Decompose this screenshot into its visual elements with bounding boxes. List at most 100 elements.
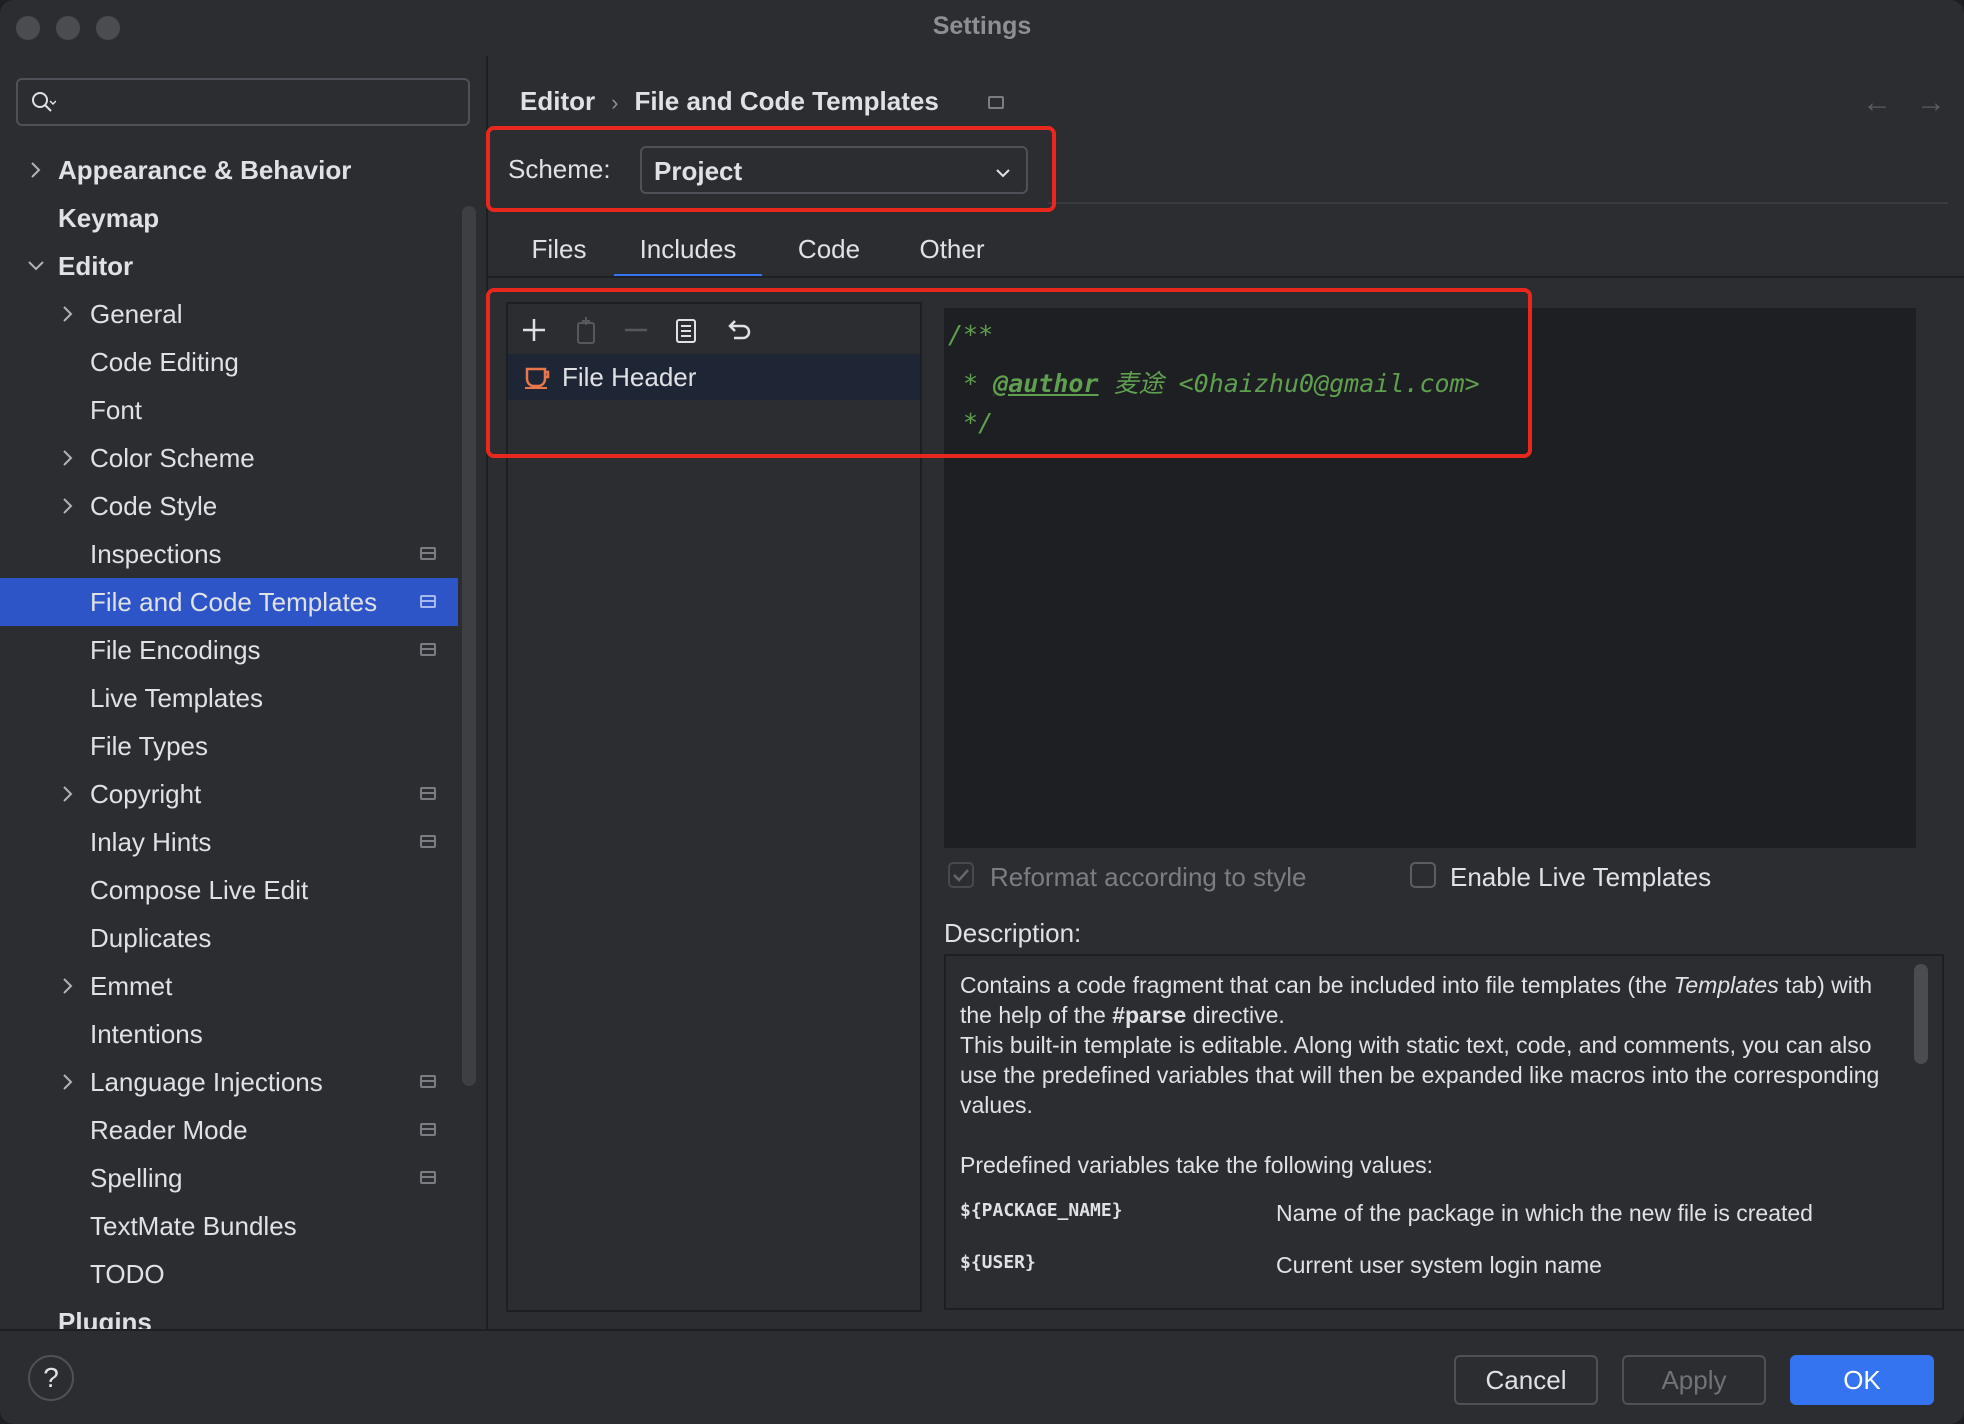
- project-scope-icon: [420, 595, 436, 608]
- sidebar-item-todo[interactable]: TODO: [0, 1250, 458, 1298]
- tab-other[interactable]: Other: [894, 232, 1010, 278]
- search-input[interactable]: [16, 78, 470, 126]
- tab-files[interactable]: Files: [524, 232, 594, 278]
- dialog-footer: ? Cancel Apply OK: [0, 1329, 1964, 1424]
- sidebar-item-file-types[interactable]: File Types: [0, 722, 458, 770]
- reformat-label: Reformat according to style: [990, 862, 1307, 892]
- sidebar-item-live-templates[interactable]: Live Templates: [0, 674, 458, 722]
- description-vars-intro: Predefined variables take the following …: [960, 1152, 1434, 1178]
- search-icon: [32, 92, 56, 112]
- sidebar-item-label: File Encodings: [90, 635, 261, 665]
- sidebar-item-language-injections[interactable]: Language Injections: [0, 1058, 458, 1106]
- sidebar-item-emmet[interactable]: Emmet: [0, 962, 458, 1010]
- highlight-box-template: [486, 288, 1532, 458]
- project-scope-icon: [420, 547, 436, 560]
- sidebar-item-inspections[interactable]: Inspections: [0, 530, 458, 578]
- sidebar-item-copyright[interactable]: Copyright: [0, 770, 458, 818]
- forward-arrow-icon[interactable]: →: [1916, 86, 1946, 120]
- variable-description: Name of the package in which the new fil…: [1276, 1200, 1813, 1226]
- chevron-right-icon[interactable]: [58, 496, 78, 516]
- sidebar-item-reader-mode[interactable]: Reader Mode: [0, 1106, 458, 1154]
- live-templates-label: Enable Live Templates: [1450, 862, 1712, 892]
- sidebar-item-general[interactable]: General: [0, 290, 458, 338]
- chevron-right-icon[interactable]: [58, 448, 78, 468]
- sidebar-item-label: Editor: [58, 251, 134, 281]
- back-arrow-icon[interactable]: ←: [1862, 86, 1892, 120]
- sidebar-item-font[interactable]: Font: [0, 386, 458, 434]
- project-scope-icon: [420, 787, 436, 800]
- sidebar-scrollbar[interactable]: [462, 206, 476, 1086]
- sidebar-item-compose-live-edit[interactable]: Compose Live Edit: [0, 866, 458, 914]
- tab-includes[interactable]: Includes: [614, 232, 762, 278]
- chevron-right-icon[interactable]: [26, 160, 46, 180]
- sidebar-item-label: Language Injections: [90, 1067, 323, 1097]
- sidebar-item-label: Compose Live Edit: [90, 875, 309, 905]
- checkmark-icon: [953, 869, 969, 882]
- sidebar-item-inlay-hints[interactable]: Inlay Hints: [0, 818, 458, 866]
- title-bar: Settings: [0, 0, 1964, 56]
- project-scope-icon: [420, 643, 436, 656]
- sidebar-item-label: Inlay Hints: [90, 827, 212, 857]
- tabs-divider: [488, 276, 1964, 278]
- sidebar-item-color-scheme[interactable]: Color Scheme: [0, 434, 458, 482]
- project-scope-icon: [420, 1123, 436, 1136]
- project-scope-icon: [420, 1171, 436, 1184]
- sidebar-item-label: Spelling: [90, 1163, 183, 1193]
- sidebar-item-appearance-behavior[interactable]: Appearance & Behavior: [0, 146, 458, 194]
- ok-button[interactable]: OK: [1790, 1355, 1934, 1405]
- sidebar-item-label: TextMate Bundles: [90, 1211, 297, 1241]
- sidebar-item-spelling[interactable]: Spelling: [0, 1154, 458, 1202]
- sidebar-item-keymap[interactable]: Keymap: [0, 194, 458, 242]
- sidebar-item-label: General: [90, 299, 183, 329]
- sidebar-item-label: Color Scheme: [90, 443, 255, 473]
- apply-button[interactable]: Apply: [1622, 1355, 1766, 1405]
- sidebar-item-label: File Types: [90, 731, 209, 761]
- sidebar-item-label: Reader Mode: [90, 1115, 248, 1145]
- sidebar-item-label: Code Editing: [90, 347, 239, 377]
- settings-sidebar: Appearance & Behavior Keymap Editor General…: [0, 56, 486, 1337]
- sidebar-item-label: Copyright: [90, 779, 202, 809]
- sidebar-item-label: Inspections: [90, 539, 222, 569]
- divider: [1048, 202, 1948, 204]
- breadcrumb-separator: ›: [611, 90, 619, 115]
- sidebar-item-intentions[interactable]: Intentions: [0, 1010, 458, 1058]
- window-title: Settings: [932, 12, 1032, 40]
- sidebar-item-code-editing[interactable]: Code Editing: [0, 338, 458, 386]
- breadcrumb-parent[interactable]: Editor: [520, 86, 595, 116]
- description-panel: Contains a code fragment that can be inc…: [944, 954, 1944, 1310]
- sidebar-item-file-encodings[interactable]: File Encodings: [0, 626, 458, 674]
- sidebar-item-label: Code Style: [90, 491, 218, 521]
- cancel-button[interactable]: Cancel: [1454, 1355, 1598, 1405]
- main-panel: Editor › File and Code Templates ← → Schem…: [488, 56, 1964, 1329]
- live-templates-checkbox[interactable]: [1410, 862, 1436, 888]
- project-scope-icon: [420, 835, 436, 848]
- variable-name: ${USER}: [960, 1252, 1036, 1273]
- project-scope-icon: [988, 96, 1004, 109]
- template-tabs: Files Includes Code Other: [488, 232, 1964, 278]
- chevron-right-icon[interactable]: [58, 304, 78, 324]
- sidebar-item-label: Appearance & Behavior: [58, 155, 352, 185]
- description-scrollbar[interactable]: [1914, 964, 1928, 1064]
- chevron-down-icon[interactable]: [26, 256, 46, 276]
- chevron-right-icon[interactable]: [58, 784, 78, 804]
- help-button[interactable]: ?: [28, 1355, 74, 1401]
- sidebar-item-label: Live Templates: [90, 683, 263, 713]
- sidebar-item-code-style[interactable]: Code Style: [0, 482, 458, 530]
- sidebar-item-duplicates[interactable]: Duplicates: [0, 914, 458, 962]
- tab-code[interactable]: Code: [786, 232, 872, 278]
- variable-name: ${PACKAGE_NAME}: [960, 1200, 1123, 1221]
- settings-window: Settings Appearance & Behavior Keymap Edit…: [0, 0, 1964, 1424]
- sidebar-item-textmate-bundles[interactable]: TextMate Bundles: [0, 1202, 458, 1250]
- variable-description: Current user system login name: [1276, 1252, 1602, 1278]
- breadcrumb: Editor › File and Code Templates: [520, 86, 939, 117]
- editor-scrollbar[interactable]: [1916, 308, 1944, 848]
- sidebar-item-label: TODO: [90, 1259, 165, 1289]
- sidebar-item-label: File and Code Templates: [90, 587, 378, 617]
- sidebar-item-label: Font: [90, 395, 143, 425]
- sidebar-item-editor[interactable]: Editor: [0, 242, 458, 290]
- chevron-right-icon[interactable]: [58, 976, 78, 996]
- sidebar-item-file-and-code-templates[interactable]: File and Code Templates: [0, 578, 458, 626]
- reformat-checkbox[interactable]: [948, 862, 974, 888]
- chevron-right-icon[interactable]: [58, 1072, 78, 1092]
- variable-row: ${USER} Current user system login name: [960, 1252, 1920, 1282]
